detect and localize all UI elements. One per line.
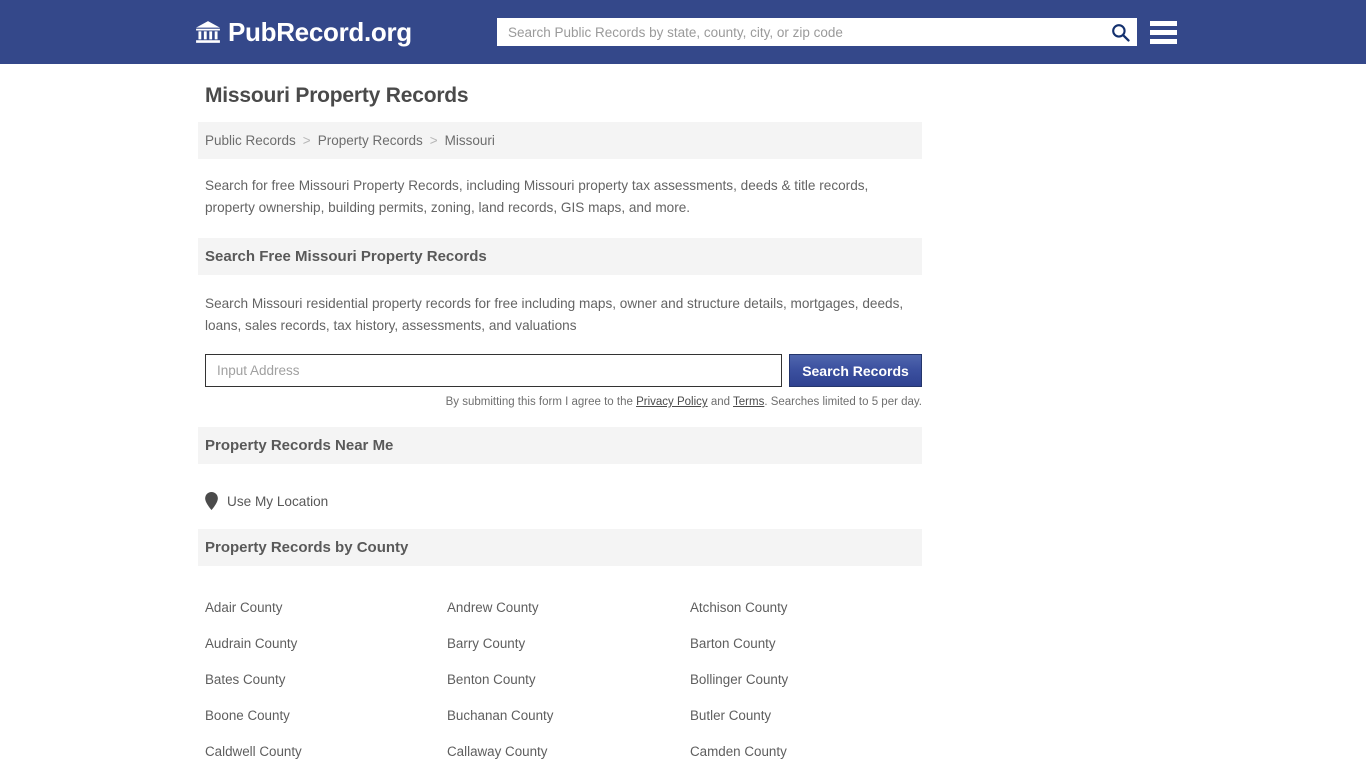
county-link[interactable]: Adair County bbox=[205, 590, 447, 626]
county-link[interactable]: Bates County bbox=[205, 662, 447, 698]
content-container: Missouri Property Records Public Records… bbox=[198, 84, 922, 768]
county-section-heading: Property Records by County bbox=[198, 529, 922, 566]
disclaimer-prefix: By submitting this form I agree to the bbox=[445, 396, 637, 408]
global-search-button[interactable] bbox=[1103, 18, 1137, 46]
search-section-body: Search Missouri residential property rec… bbox=[198, 293, 922, 408]
county-list: Adair County Andrew County Atchison Coun… bbox=[205, 590, 922, 768]
breadcrumb-separator-2: > bbox=[429, 133, 438, 148]
county-link[interactable]: Audrain County bbox=[205, 626, 447, 662]
use-my-location-label: Use My Location bbox=[227, 493, 329, 509]
county-link[interactable]: Buchanan County bbox=[447, 698, 690, 734]
search-section-description: Search Missouri residential property rec… bbox=[205, 296, 904, 333]
county-section-body: Adair County Andrew County Atchison Coun… bbox=[198, 590, 922, 768]
hamburger-bar-2 bbox=[1150, 29, 1177, 35]
county-link[interactable]: Caldwell County bbox=[205, 734, 447, 768]
terms-link[interactable]: Terms bbox=[733, 396, 764, 408]
county-link[interactable]: Benton County bbox=[447, 662, 690, 698]
near-me-section-body: Use My Location bbox=[198, 492, 922, 510]
breadcrumb-item-missouri: Missouri bbox=[444, 133, 495, 148]
privacy-policy-link[interactable]: Privacy Policy bbox=[636, 396, 708, 408]
search-records-button[interactable]: Search Records bbox=[789, 354, 922, 387]
site-header: PubRecord.org bbox=[0, 0, 1366, 64]
county-link[interactable]: Atchison County bbox=[690, 590, 929, 626]
header-search-container bbox=[497, 18, 1137, 46]
county-link[interactable]: Bollinger County bbox=[690, 662, 929, 698]
disclaimer-suffix: . Searches limited to 5 per day. bbox=[764, 396, 922, 408]
page-title: Missouri Property Records bbox=[205, 84, 469, 107]
hamburger-bar-1 bbox=[1150, 20, 1177, 26]
search-icon bbox=[1111, 23, 1130, 42]
brand-logo-link[interactable]: PubRecord.org bbox=[195, 19, 412, 45]
near-me-section-heading: Property Records Near Me bbox=[198, 427, 922, 464]
breadcrumb: Public Records > Property Records > Miss… bbox=[198, 122, 922, 159]
search-section-heading: Search Free Missouri Property Records bbox=[198, 238, 922, 275]
form-disclaimer: By submitting this form I agree to the P… bbox=[205, 396, 922, 408]
hamburger-bar-3 bbox=[1150, 38, 1177, 44]
county-link[interactable]: Andrew County bbox=[447, 590, 690, 626]
county-link[interactable]: Butler County bbox=[690, 698, 929, 734]
page-content: Missouri Property Records Public Records… bbox=[0, 64, 1366, 768]
global-search-input[interactable] bbox=[497, 19, 1103, 45]
breadcrumb-separator-1: > bbox=[302, 133, 311, 148]
hamburger-menu-icon[interactable] bbox=[1150, 18, 1177, 46]
map-pin-icon bbox=[205, 492, 218, 510]
property-search-form: Search Records bbox=[205, 354, 922, 387]
county-link[interactable]: Barton County bbox=[690, 626, 929, 662]
county-link[interactable]: Boone County bbox=[205, 698, 447, 734]
intro-paragraph: Search for free Missouri Property Record… bbox=[205, 178, 869, 215]
address-input[interactable] bbox=[205, 354, 782, 387]
county-link[interactable]: Camden County bbox=[690, 734, 929, 768]
breadcrumb-item-property-records[interactable]: Property Records bbox=[318, 133, 423, 148]
brand-name: PubRecord.org bbox=[228, 17, 412, 47]
bank-building-icon bbox=[196, 21, 220, 43]
disclaimer-middle: and bbox=[707, 396, 734, 408]
use-my-location-link[interactable]: Use My Location bbox=[205, 492, 922, 510]
county-link[interactable]: Callaway County bbox=[447, 734, 690, 768]
breadcrumb-item-public-records[interactable]: Public Records bbox=[205, 133, 296, 148]
county-link[interactable]: Barry County bbox=[447, 626, 690, 662]
